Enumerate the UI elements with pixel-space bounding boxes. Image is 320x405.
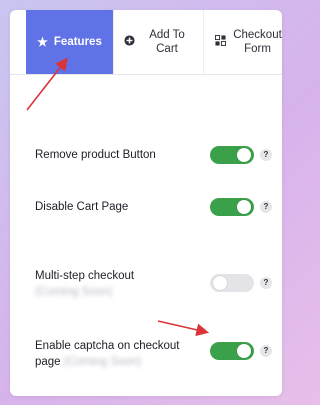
multi-step-toggle[interactable] [210, 274, 254, 292]
captcha-toggle[interactable] [210, 342, 254, 360]
form-grid-icon [214, 35, 226, 49]
setting-label: Multi-step checkout (Coming Soon) [35, 268, 195, 300]
star-icon: ★ [37, 35, 48, 49]
help-icon[interactable]: ? [260, 149, 272, 161]
settings-panel: ★ Features Add To Cart Checkout Form Rem… [10, 10, 282, 396]
help-icon[interactable]: ? [260, 201, 272, 213]
toggle-knob [213, 276, 227, 290]
help-icon[interactable]: ? [260, 345, 272, 357]
setting-label: Disable Cart Page [35, 201, 129, 213]
coming-soon-note: (Coming Soon) [63, 356, 142, 368]
setting-label: Enable captcha on checkout page (Coming … [35, 338, 195, 370]
tab-label: Features [53, 35, 102, 48]
toggle-knob [237, 200, 251, 214]
tab-checkout-form[interactable]: Checkout Form [204, 10, 282, 74]
setting-label: Remove product Button [35, 149, 156, 161]
setting-label-text: Multi-step checkout [35, 270, 135, 282]
coming-soon-note: (Coming Soon) [35, 286, 113, 298]
toggle-knob [237, 344, 251, 358]
tab-label: Checkout Form [233, 28, 282, 55]
tab-label: Add To Cart [149, 28, 185, 55]
toggle-knob [237, 148, 251, 162]
help-icon[interactable]: ? [260, 277, 272, 289]
tab-bar: ★ Features Add To Cart Checkout Form [10, 10, 282, 75]
tab-add-to-cart[interactable]: Add To Cart [114, 10, 204, 74]
disable-cart-toggle[interactable] [210, 198, 254, 216]
tab-features[interactable]: ★ Features [26, 10, 114, 74]
remove-product-toggle[interactable] [210, 146, 254, 164]
plus-circle-icon [124, 35, 135, 49]
